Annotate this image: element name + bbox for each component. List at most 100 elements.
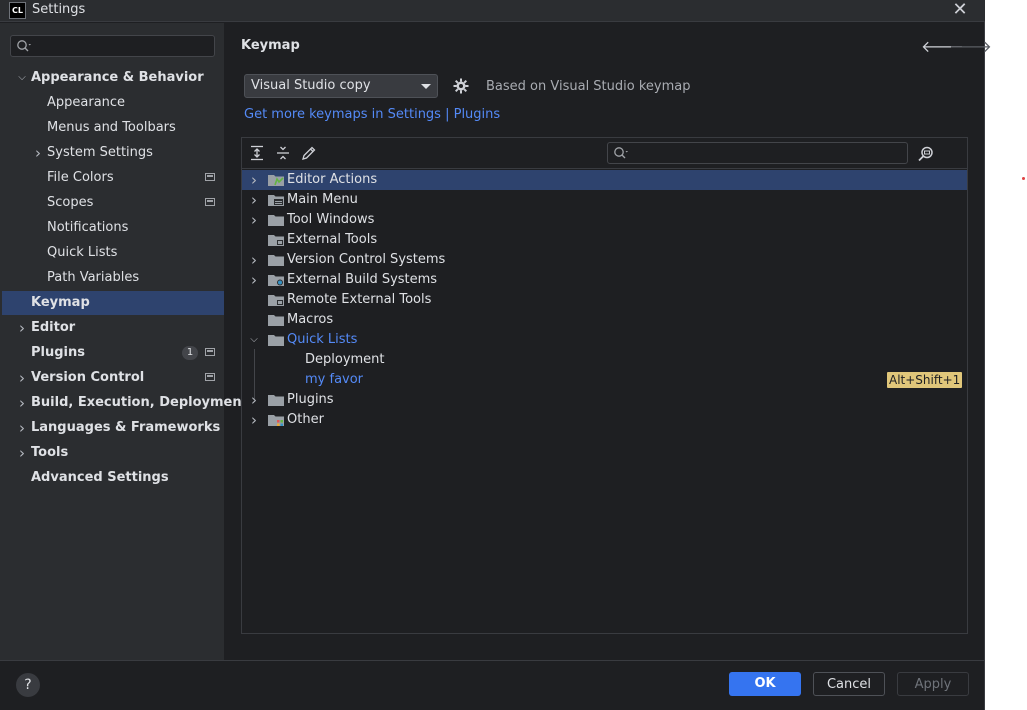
chevron-right-icon[interactable]: › — [248, 170, 260, 190]
tree-row-tool-windows[interactable]: › Tool Windows — [242, 210, 967, 230]
expand-all-icon[interactable] — [249, 145, 265, 161]
forward-arrow-icon[interactable]: 🡒 — [949, 36, 992, 56]
apply-button[interactable]: Apply — [897, 672, 969, 696]
sidebar-item-editor[interactable]: › Editor — [2, 316, 224, 340]
cancel-button[interactable]: Cancel — [813, 672, 885, 696]
tree-row-label: Tool Windows — [287, 212, 375, 227]
folder-menu-icon — [268, 195, 284, 206]
folder-icon — [268, 255, 284, 266]
sidebar-item-plugins[interactable]: Plugins 1 — [2, 341, 224, 365]
close-icon[interactable]: ✕ — [951, 0, 969, 20]
sidebar-item-tools[interactable]: › Tools — [2, 441, 224, 465]
sidebar-item-file-colors[interactable]: File Colors — [2, 166, 224, 190]
keymap-select-value: Visual Studio copy — [251, 78, 371, 93]
chevron-right-icon[interactable]: › — [248, 410, 260, 430]
tree-search-input[interactable] — [632, 144, 901, 164]
chevron-right-icon[interactable]: › — [248, 210, 260, 230]
sidebar-item-label: Appearance & Behavior — [31, 70, 204, 85]
tree-row-label: Plugins — [287, 392, 334, 407]
page-title: Keymap — [241, 38, 300, 53]
chevron-right-icon[interactable]: › — [248, 190, 260, 210]
search-icon — [614, 147, 628, 159]
keymap-select[interactable]: Visual Studio copy — [244, 74, 438, 98]
folder-tools-icon — [268, 235, 284, 246]
tree-row-editor-actions[interactable]: › Editor Actions — [242, 170, 967, 190]
tree-toolbar — [242, 138, 967, 169]
sidebar-item-label: Notifications — [47, 220, 129, 235]
tree-row-other[interactable]: › Other — [242, 410, 967, 430]
chevron-right-icon[interactable]: › — [32, 141, 44, 165]
chevron-right-icon[interactable]: › — [16, 391, 28, 415]
sidebar-item-label: Tools — [31, 445, 69, 460]
chevron-right-icon[interactable]: › — [16, 366, 28, 390]
sidebar-item-build-execution-deployment[interactable]: › Build, Execution, Deployment — [2, 391, 248, 415]
tree-row-deployment[interactable]: Deployment — [242, 350, 967, 370]
gear-icon[interactable] — [453, 78, 469, 94]
tree-row-quick-lists[interactable]: ⌵ Quick Lists — [242, 330, 967, 350]
folder-icon — [268, 395, 284, 406]
tree-row-version-control-systems[interactable]: › Version Control Systems — [242, 250, 967, 270]
sidebar-item-appearance[interactable]: Appearance — [2, 91, 224, 115]
tree-row-label: Remote External Tools — [287, 292, 432, 307]
project-level-icon — [205, 173, 215, 181]
chevron-right-icon[interactable]: › — [16, 316, 28, 340]
tree-row-label: Macros — [287, 312, 334, 327]
search-icon — [17, 40, 31, 52]
chevron-right-icon[interactable]: › — [16, 416, 28, 440]
sidebar-item-label: Build, Execution, Deployment — [31, 395, 248, 410]
tree-row-label: External Tools — [287, 232, 378, 247]
tree-row-main-menu[interactable]: › Main Menu — [242, 190, 967, 210]
sidebar-item-label: Keymap — [31, 295, 90, 310]
chevron-right-icon[interactable]: › — [16, 441, 28, 465]
sidebar-item-label: Path Variables — [47, 270, 140, 285]
help-button[interactable]: ? — [16, 673, 40, 697]
folder-icon — [268, 335, 284, 346]
find-by-shortcut-icon[interactable] — [917, 145, 935, 163]
tree-row-label: External Build Systems — [287, 272, 438, 287]
sidebar-item-quick-lists[interactable]: Quick Lists — [2, 241, 224, 265]
sidebar-item-keymap[interactable]: Keymap — [2, 291, 224, 315]
tree-row-label: Deployment — [305, 352, 385, 367]
ok-button[interactable]: OK — [729, 672, 801, 696]
sidebar-item-label: System Settings — [47, 145, 153, 160]
chevron-right-icon[interactable]: › — [248, 270, 260, 290]
sidebar-item-appearance-behavior[interactable]: ⌵ Appearance & Behavior — [2, 66, 224, 90]
tree-row-external-tools[interactable]: External Tools — [242, 230, 967, 250]
sidebar-item-system-settings[interactable]: › System Settings — [2, 141, 224, 165]
tree-row-label: Main Menu — [287, 192, 358, 207]
settings-sidebar: ⌵ Appearance & Behavior Appearance Menus an… — [0, 23, 248, 661]
sidebar-item-label: Menus and Toolbars — [47, 120, 176, 135]
tree-row-label: Version Control Systems — [287, 252, 446, 267]
chevron-right-icon[interactable]: › — [248, 250, 260, 270]
chevron-right-icon[interactable]: › — [248, 390, 260, 410]
tree-row-external-build-systems[interactable]: › External Build Systems — [242, 270, 967, 290]
sidebar-item-label: Appearance — [47, 95, 126, 110]
sidebar-item-scopes[interactable]: Scopes — [2, 191, 224, 215]
tree-row-remote-external-tools[interactable]: Remote External Tools — [242, 290, 967, 310]
sidebar-item-advanced-settings[interactable]: Advanced Settings — [2, 466, 224, 490]
tree-row-my-favor[interactable]: my favor Alt+Shift+1 — [242, 370, 967, 390]
stray-dot — [1022, 177, 1025, 180]
chevron-down-icon[interactable]: ⌵ — [16, 66, 28, 90]
sidebar-search-input[interactable] — [35, 37, 209, 57]
chevron-down-icon[interactable]: ⌵ — [248, 330, 260, 350]
sidebar-item-menus-and-toolbars[interactable]: Menus and Toolbars — [2, 116, 224, 140]
shortcut-badge: Alt+Shift+1 — [887, 372, 963, 388]
sidebar-item-label: Quick Lists — [47, 245, 118, 260]
sidebar-item-version-control[interactable]: › Version Control — [2, 366, 224, 390]
more-keymaps-link[interactable]: Get more keymaps in Settings | Plugins — [244, 107, 500, 122]
tree-row-plugins[interactable]: › Plugins — [242, 390, 967, 410]
folder-build-icon — [268, 275, 284, 286]
folder-tools-icon — [268, 295, 284, 306]
settings-window: CL Settings ✕ ⌵ Appearance & Behavior Appe… — [0, 0, 992, 710]
tree-row-macros[interactable]: Macros — [242, 310, 967, 330]
edit-pencil-icon[interactable] — [301, 145, 317, 161]
based-on-label: Based on Visual Studio keymap — [486, 79, 691, 94]
sidebar-item-path-variables[interactable]: Path Variables — [2, 266, 224, 290]
tree-search[interactable] — [607, 142, 908, 164]
sidebar-item-notifications[interactable]: Notifications — [2, 216, 224, 240]
folder-other-icon — [268, 415, 284, 426]
sidebar-search[interactable] — [10, 35, 215, 57]
collapse-all-icon[interactable] — [275, 145, 291, 161]
sidebar-item-languages-frameworks[interactable]: › Languages & Frameworks — [2, 416, 224, 440]
